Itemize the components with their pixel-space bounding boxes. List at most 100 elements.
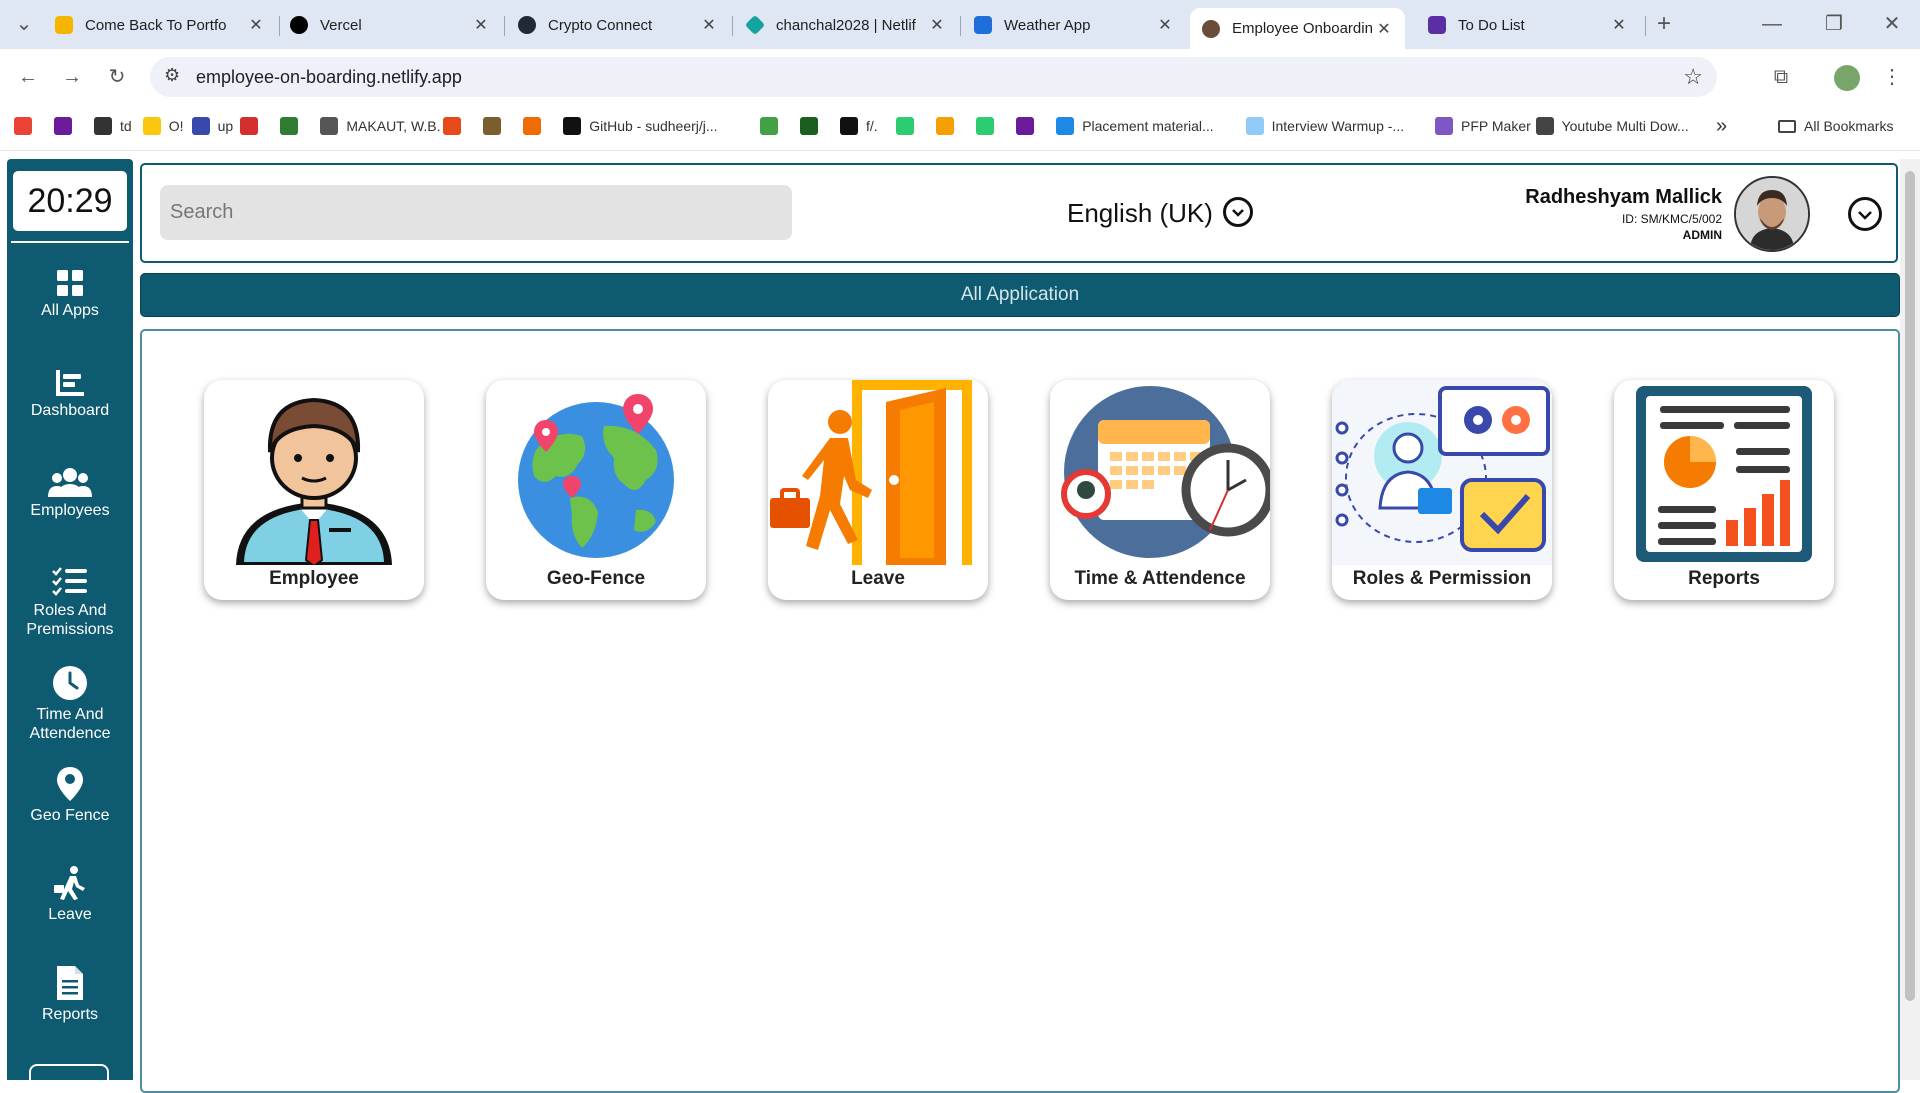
sidebar-more-button[interactable]: [29, 1064, 109, 1084]
bookmark-item[interactable]: [800, 114, 826, 138]
roles-permission-illustration-icon: [1332, 380, 1552, 565]
tab-vercel[interactable]: Vercel ✕: [290, 8, 490, 42]
bookmark-item[interactable]: GitHub - sudheerj/j...: [563, 114, 718, 138]
sidebar-item-label: All Apps: [41, 302, 99, 319]
bookmark-favicon-icon: [760, 117, 778, 135]
sidebar-item-leave[interactable]: Leave: [7, 865, 133, 924]
bookmark-label: GitHub - sudheerj/j...: [589, 118, 718, 134]
back-arrow-icon[interactable]: ←: [14, 63, 42, 91]
profile-avatar-icon[interactable]: [1834, 65, 1860, 91]
app-card-label: Employee: [269, 568, 359, 589]
app-card-roles-permission[interactable]: Roles & Permission: [1332, 380, 1552, 600]
bookmark-favicon-icon: [142, 117, 161, 135]
tab-favicon: [1202, 19, 1220, 38]
all-bookmarks-button[interactable]: All Bookmarks: [1778, 114, 1893, 138]
sidebar-item-dashboard[interactable]: Dashboard: [7, 369, 133, 420]
reload-icon[interactable]: ↻: [103, 63, 131, 91]
bookmark-favicon-icon: [1435, 117, 1453, 135]
app-card-time-attendence[interactable]: Time & Attendence: [1050, 380, 1270, 600]
app-card-leave[interactable]: Leave: [768, 380, 988, 600]
tab-portfolio[interactable]: Come Back To Portfo ✕: [55, 8, 265, 42]
bookmark-item[interactable]: [14, 114, 40, 138]
bookmarks-overflow-button[interactable]: »: [1716, 114, 1727, 138]
bookmark-item[interactable]: O!: [142, 114, 184, 138]
close-window-button[interactable]: ✕: [1878, 10, 1906, 38]
tab-close-icon[interactable]: ✕: [928, 15, 946, 35]
scrollbar-thumb[interactable]: [1905, 171, 1915, 1001]
tab-close-icon[interactable]: ✕: [1610, 15, 1628, 35]
bookmark-item[interactable]: PFP Maker: [1435, 114, 1531, 138]
employee-illustration-icon: [236, 397, 392, 565]
bookmark-item[interactable]: [976, 114, 1002, 138]
tab-weather-app[interactable]: Weather App ✕: [974, 8, 1174, 42]
tab-close-icon[interactable]: ✕: [247, 15, 265, 35]
bookmark-item[interactable]: [760, 114, 786, 138]
app-card-employee[interactable]: Employee: [204, 380, 424, 600]
sidebar-item-reports[interactable]: Reports: [7, 965, 133, 1024]
bookmark-item[interactable]: td: [94, 114, 132, 138]
bookmark-item[interactable]: [443, 114, 469, 138]
tab-close-icon[interactable]: ✕: [1375, 19, 1393, 39]
bookmark-item[interactable]: [240, 114, 266, 138]
tab-netlify[interactable]: chanchal2028 | Netlif ✕: [744, 8, 946, 42]
tab-to-do-list[interactable]: To Do List ✕: [1428, 8, 1628, 42]
leave-door-illustration-icon: [770, 380, 972, 565]
restore-button[interactable]: ❐: [1820, 10, 1848, 38]
app-header: English (UK) Radheshyam Mallick ID: SM/K…: [140, 163, 1898, 263]
sidebar-item-roles-permissions[interactable]: Roles And Premissions: [7, 567, 133, 639]
tab-crypto-connect[interactable]: Crypto Connect ✕: [518, 8, 718, 42]
bookmark-item[interactable]: up: [191, 114, 233, 138]
bookmark-item[interactable]: MAKAUT, W.B.: [320, 114, 441, 138]
browser-menu-icon[interactable]: ⋮: [1878, 63, 1906, 91]
app-card-geo-fence[interactable]: Geo-Fence: [486, 380, 706, 600]
app-card-label: Geo-Fence: [546, 568, 646, 589]
bookmark-item[interactable]: [523, 114, 549, 138]
tab-search-chevron-icon[interactable]: ⌄: [10, 10, 38, 38]
bookmark-item[interactable]: [54, 114, 80, 138]
bookmark-item[interactable]: f/.: [840, 114, 878, 138]
sidebar-item-all-apps[interactable]: All Apps: [7, 269, 133, 320]
grid-icon: [57, 270, 83, 296]
bookmark-item[interactable]: [936, 114, 962, 138]
tab-employee-onboarding[interactable]: Employee Onboardin ✕: [1190, 8, 1405, 49]
bookmark-star-icon[interactable]: ☆: [1683, 64, 1703, 90]
sidebar-item-time-attendence[interactable]: Time And Attendence: [7, 665, 133, 743]
bookmark-favicon-icon: [191, 117, 210, 135]
bookmark-item[interactable]: [280, 114, 306, 138]
forward-arrow-icon[interactable]: →: [58, 63, 86, 91]
sidebar-item-geo-fence[interactable]: Geo Fence: [7, 766, 133, 825]
bookmark-item[interactable]: Interview Warmup -...: [1245, 114, 1404, 138]
browser-tab-bar: ⌄ Come Back To Portfo ✕ Vercel ✕ Crypto …: [0, 0, 1920, 49]
user-menu-chevron-down-icon[interactable]: [1848, 197, 1882, 231]
tab-close-icon[interactable]: ✕: [472, 15, 490, 35]
minimize-button[interactable]: —: [1758, 10, 1786, 38]
app-card-reports[interactable]: Reports: [1614, 380, 1834, 600]
app-card-label: Time & Attendence: [1074, 568, 1246, 589]
bookmark-label: O!: [168, 118, 184, 134]
tab-close-icon[interactable]: ✕: [700, 15, 718, 35]
extensions-icon[interactable]: ⧉: [1767, 63, 1795, 91]
language-selector[interactable]: English (UK): [1067, 198, 1213, 229]
avatar[interactable]: [1734, 176, 1810, 252]
new-tab-button[interactable]: +: [1650, 10, 1678, 38]
bookmark-favicon-icon: [1016, 117, 1035, 135]
address-bar[interactable]: ⚙ employee-on-boarding.netlify.app ☆: [150, 57, 1717, 97]
bookmark-item[interactable]: [896, 114, 922, 138]
sidebar-item-employees[interactable]: Employees: [7, 467, 133, 520]
bookmark-item[interactable]: [483, 114, 509, 138]
tab-close-icon[interactable]: ✕: [1156, 15, 1174, 35]
app-card-label: Reports: [1688, 568, 1760, 589]
bookmark-item[interactable]: [1016, 114, 1042, 138]
bookmark-favicon-icon: [936, 117, 955, 135]
bookmark-favicon-icon: [483, 117, 502, 135]
site-settings-icon[interactable]: ⚙: [164, 65, 180, 86]
bookmark-item[interactable]: Youtube Multi Dow...: [1535, 114, 1689, 138]
page-scrollbar[interactable]: [1900, 159, 1920, 1080]
tab-title: Come Back To Portfo: [85, 16, 227, 34]
tab-title: To Do List: [1458, 16, 1525, 34]
bookmark-item[interactable]: Placement material...: [1056, 114, 1214, 138]
bookmark-favicon-icon: [896, 117, 915, 135]
tab-title: chanchal2028 | Netlif: [776, 16, 916, 34]
language-chevron-down-icon[interactable]: [1223, 197, 1253, 227]
search-input[interactable]: [160, 185, 792, 240]
